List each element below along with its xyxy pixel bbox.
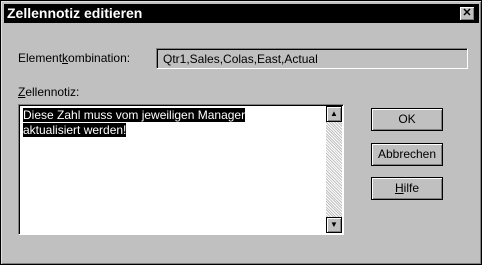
vertical-scrollbar[interactable]: ▲ ▼ (326, 106, 342, 233)
cancel-button[interactable]: Abbrechen (371, 143, 443, 166)
note-text-line-1: Diese Zahl muss vom jeweiligen Manager (23, 108, 246, 122)
element-combination-field: Qtr1,Sales,Colas,East,Actual (156, 48, 468, 69)
note-label: Zellennotiz: (18, 85, 80, 99)
note-text[interactable]: Diese Zahl muss vom jeweiligen Manager a… (23, 108, 313, 138)
dialog-window: Zellennotiz editieren ✕ Elementkombinati… (0, 0, 482, 265)
close-button[interactable]: ✕ (459, 6, 475, 21)
title-bar[interactable]: Zellennotiz editieren ✕ (4, 4, 479, 23)
note-textarea[interactable]: Diese Zahl muss vom jeweiligen Manager a… (18, 104, 344, 235)
arrow-up-icon: ▲ (330, 109, 338, 118)
window-title: Zellennotiz editieren (7, 5, 143, 21)
note-text-line-2: aktualisiert werden! (23, 123, 127, 137)
combination-label: Elementkombination: (18, 51, 131, 65)
ok-button[interactable]: OK (371, 108, 443, 131)
help-button[interactable]: Hilfe (371, 177, 443, 200)
scroll-up-button[interactable]: ▲ (326, 106, 342, 122)
scroll-down-button[interactable]: ▼ (326, 217, 342, 233)
close-icon: ✕ (462, 7, 472, 19)
arrow-down-icon: ▼ (330, 220, 338, 229)
